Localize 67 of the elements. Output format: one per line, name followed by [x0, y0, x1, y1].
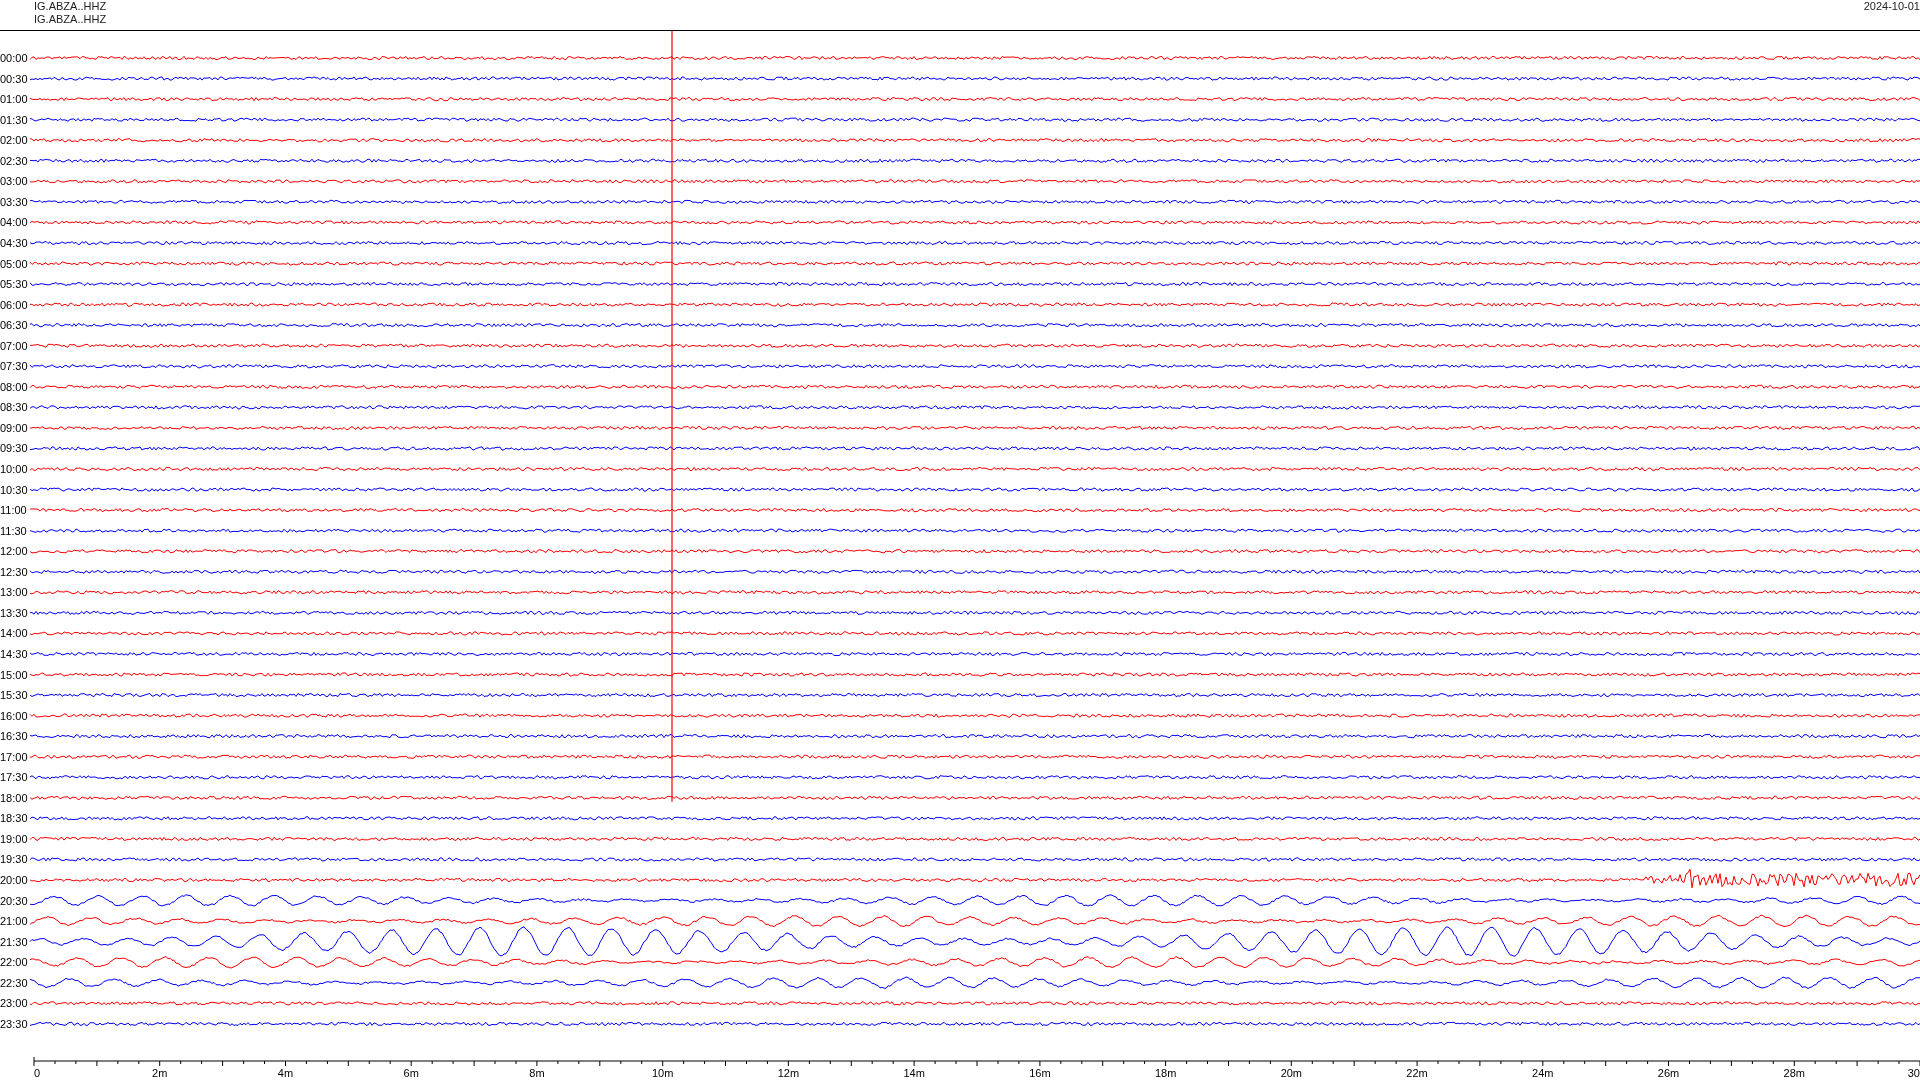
axis-label: 10m	[651, 1067, 674, 1079]
row-time-label: 14:00	[0, 627, 28, 640]
axis-label: 2m	[152, 1067, 168, 1079]
axis-label: 4m	[277, 1067, 294, 1079]
row-time-label: 03:30	[0, 195, 28, 208]
row-time-label: 13:30	[0, 606, 28, 619]
row-time-label: 09:00	[0, 421, 28, 434]
row-time-label: 17:00	[0, 750, 28, 763]
row-time-label: 02:30	[0, 154, 28, 167]
axis-label: 14m	[903, 1067, 925, 1079]
axis-label: 8m	[529, 1067, 545, 1079]
row-time-label: 12:30	[0, 565, 28, 578]
row-time-label: 21:30	[0, 935, 28, 948]
axis-label: 22m	[1406, 1067, 1428, 1079]
axis-label: 16m	[1029, 1067, 1051, 1079]
row-time-label: 13:00	[0, 586, 28, 599]
row-time-label: 09:30	[0, 442, 28, 455]
row-time-label: 05:30	[0, 278, 28, 291]
row-time-label: 16:30	[0, 730, 28, 743]
row-time-label: 15:30	[0, 689, 28, 702]
axis-label: 24m	[1532, 1067, 1554, 1079]
row-time-label: 03:00	[0, 175, 28, 188]
row-time-label: 10:00	[0, 463, 28, 475]
row-time-label: 04:30	[0, 236, 28, 249]
row-time-label: 08:00	[0, 380, 28, 393]
row-time-label: 22:00	[0, 956, 28, 969]
station-label: IG.ABZA..HHZ	[34, 0, 107, 13]
row-time-label: 11:30	[0, 524, 27, 537]
row-time-label: 01:30	[0, 113, 28, 126]
row-time-label: 11:00	[0, 504, 27, 517]
row-time-label: 20:30	[0, 894, 28, 907]
axis-label: 6m	[403, 1067, 419, 1079]
axis-label: 30	[1907, 1067, 1920, 1079]
axis-label: 20m	[1280, 1067, 1303, 1079]
row-time-label: 23:00	[0, 997, 28, 1010]
row-time-label: 05:00	[0, 257, 28, 270]
row-time-label: 06:00	[0, 298, 28, 311]
row-time-label: 08:30	[0, 401, 28, 414]
row-time-label: 02:00	[0, 134, 28, 147]
row-time-label: 15:00	[0, 668, 28, 681]
row-time-label: 00:00	[0, 52, 28, 64]
row-time-label: 19:00	[0, 832, 28, 845]
row-time-label: 23:30	[0, 1017, 28, 1030]
axis-label: 26m	[1657, 1067, 1680, 1079]
row-time-label: 17:30	[0, 771, 28, 784]
row-time-label: 16:00	[0, 709, 28, 722]
row-time-label: 01:00	[0, 93, 28, 106]
date-label: 2024-10-01	[1863, 0, 1920, 13]
row-time-label: 06:30	[0, 319, 28, 332]
axis-label: 28m	[1783, 1067, 1805, 1079]
row-time-label: 10:30	[0, 483, 28, 496]
row-time-label: 20:00	[0, 874, 28, 886]
row-time-label: 21:00	[0, 915, 28, 928]
station-label: IG.ABZA..HHZ	[34, 13, 107, 26]
row-time-label: 22:30	[0, 976, 28, 989]
row-time-label: 00:30	[0, 72, 28, 85]
row-time-label: 18:00	[0, 791, 28, 804]
axis-label: 18m	[1154, 1067, 1177, 1079]
axis-label: 0	[34, 1067, 41, 1079]
row-time-label: 07:30	[0, 360, 28, 373]
row-time-label: 14:30	[0, 647, 28, 660]
row-time-label: 19:30	[0, 853, 28, 866]
row-time-label: 04:00	[0, 216, 28, 229]
row-time-label: 18:30	[0, 812, 28, 825]
row-time-label: 12:00	[0, 545, 28, 558]
row-time-label: 07:00	[0, 339, 28, 352]
axis-label: 12m	[777, 1067, 800, 1079]
